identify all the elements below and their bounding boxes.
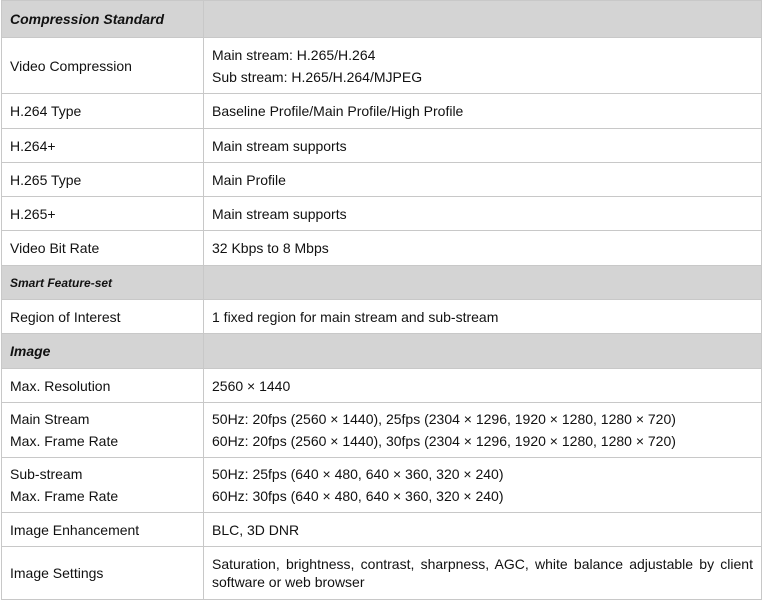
section-blank [203, 333, 762, 369]
section-title: Image [1, 333, 204, 369]
spec-table: Compression Standard Video Compression M… [1, 0, 762, 600]
spec-row-image-settings: Image Settings Saturation, brightness, c… [1, 546, 762, 600]
spec-value: 32 Kbps to 8 Mbps [203, 230, 762, 266]
spec-value: BLC, 3D DNR [203, 512, 762, 547]
spec-row-h265-type: H.265 Type Main Profile [1, 162, 762, 197]
spec-row-image-enhancement: Image Enhancement BLC, 3D DNR [1, 512, 762, 547]
spec-label: Sub-stream Max. Frame Rate [1, 457, 204, 513]
spec-row-video-bit-rate: Video Bit Rate 32 Kbps to 8 Mbps [1, 230, 762, 266]
spec-value-line: 60Hz: 20fps (2560 × 1440), 30fps (2304 ×… [212, 433, 676, 449]
spec-row-region-of-interest: Region of Interest 1 fixed region for ma… [1, 299, 762, 334]
spec-label: H.265+ [1, 196, 204, 231]
section-title: Smart Feature-set [1, 265, 204, 300]
spec-value: 2560 × 1440 [203, 368, 762, 403]
spec-label: Max. Resolution [1, 368, 204, 403]
spec-label: Region of Interest [1, 299, 204, 334]
spec-label-line: Max. Frame Rate [10, 488, 119, 504]
spec-value: Main Profile [203, 162, 762, 197]
spec-value: Baseline Profile/Main Profile/High Profi… [203, 93, 762, 129]
spec-row-h264-type: H.264 Type Baseline Profile/Main Profile… [1, 93, 762, 129]
section-blank [203, 265, 762, 300]
section-header-compression-standard: Compression Standard [1, 0, 762, 38]
spec-label: H.264+ [1, 128, 204, 163]
spec-row-video-compression: Video Compression Main stream: H.265/H.2… [1, 37, 762, 94]
section-header-smart-feature-set: Smart Feature-set [1, 265, 762, 300]
spec-value-line: Main stream: H.265/H.264 [212, 46, 376, 63]
spec-label-line: Max. Frame Rate [10, 433, 119, 449]
section-blank [203, 0, 762, 38]
spec-label: Main Stream Max. Frame Rate [1, 402, 204, 458]
spec-row-h265-plus: H.265+ Main stream supports [1, 196, 762, 231]
spec-value-line: 60Hz: 30fps (640 × 480, 640 × 360, 320 ×… [212, 488, 504, 504]
spec-value: Main stream: H.265/H.264 Sub stream: H.2… [203, 37, 762, 94]
spec-value-line: 50Hz: 25fps (640 × 480, 640 × 360, 320 ×… [212, 466, 504, 482]
spec-value-line: 50Hz: 20fps (2560 × 1440), 25fps (2304 ×… [212, 411, 676, 427]
spec-value: Main stream supports [203, 128, 762, 163]
spec-row-h264-plus: H.264+ Main stream supports [1, 128, 762, 163]
spec-row-sub-stream-frame-rate: Sub-stream Max. Frame Rate 50Hz: 25fps (… [1, 457, 762, 513]
spec-label: Image Enhancement [1, 512, 204, 547]
section-title: Compression Standard [1, 0, 204, 38]
spec-value: Main stream supports [203, 196, 762, 231]
spec-label-line: Main Stream [10, 411, 90, 427]
spec-label: Video Bit Rate [1, 230, 204, 266]
section-header-image: Image [1, 333, 762, 369]
spec-label: Image Settings [1, 546, 204, 600]
spec-row-main-stream-frame-rate: Main Stream Max. Frame Rate 50Hz: 20fps … [1, 402, 762, 458]
spec-value: Saturation, brightness, contrast, sharpn… [203, 546, 762, 600]
spec-value: 50Hz: 25fps (640 × 480, 640 × 360, 320 ×… [203, 457, 762, 513]
spec-label-line: Sub-stream [10, 466, 83, 482]
spec-label: H.265 Type [1, 162, 204, 197]
spec-value: 1 fixed region for main stream and sub-s… [203, 299, 762, 334]
spec-label: Video Compression [1, 37, 204, 94]
spec-label: H.264 Type [1, 93, 204, 129]
spec-row-max-resolution: Max. Resolution 2560 × 1440 [1, 368, 762, 403]
spec-value-line: Sub stream: H.265/H.264/MJPEG [212, 68, 423, 85]
spec-value: 50Hz: 20fps (2560 × 1440), 25fps (2304 ×… [203, 402, 762, 458]
